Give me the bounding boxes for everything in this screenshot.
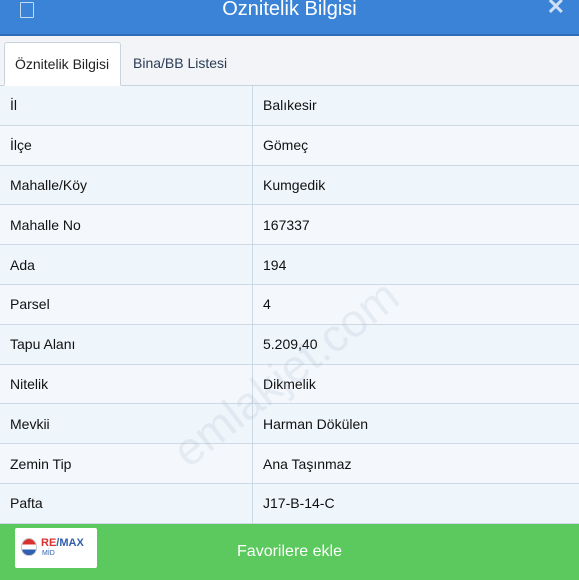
row-key: Mevkii (0, 404, 253, 444)
row-value: 167337 (263, 216, 310, 233)
row-key: Mahalle/Köy (0, 165, 253, 205)
row-value: Harman Dökülen (263, 415, 369, 432)
row-value: Balıkesir (263, 97, 317, 114)
row-key: Pafta (0, 484, 253, 523)
row-value: 4 (263, 296, 271, 313)
logo-brand: RE/MAX (41, 537, 84, 549)
table-row: Pafta J17-B-14-C (0, 484, 579, 524)
row-key: Tapu Alanı (0, 324, 253, 364)
table-row: Mahalle/Köy Kumgedik (0, 165, 579, 206)
row-key: Zemin Tip (0, 444, 253, 483)
window-title: Öznitelik Bilgisi (222, 0, 357, 20)
attribute-table: İl Balıkesir İlçe Gömeç Mahalle/Köy Kumg… (0, 86, 579, 524)
logo-sub: MİD (42, 550, 55, 557)
row-value: 194 (263, 256, 287, 273)
table-row: Mevkii Harman Dökülen (0, 404, 579, 445)
row-value: 5.209,40 (263, 336, 318, 353)
table-row: Tapu Alanı 5.209,40 (0, 324, 579, 365)
logo-brand-red: RE (41, 537, 57, 549)
row-key: İl (0, 86, 253, 125)
row-value: J17-B-14-C (263, 495, 335, 512)
row-key: Parsel (0, 285, 253, 324)
tab-bina-bb-listesi[interactable]: Bina/BB Listesi (123, 42, 253, 86)
row-key: Mahalle No (0, 205, 253, 245)
table-row: İl Balıkesir (0, 86, 579, 126)
table-row: Nitelik Dikmelik (0, 364, 579, 405)
row-key: İlçe (0, 125, 253, 165)
tab-bar: Öznitelik Bilgisi Bina/BB Listesi (0, 36, 579, 86)
row-value: Dikmelik (263, 375, 316, 392)
row-value: Kumgedik (263, 176, 326, 193)
row-key: Ada (0, 245, 253, 284)
row-key: Nitelik (0, 364, 253, 404)
row-value: Gömeç (263, 137, 309, 154)
table-row: Ada 194 (0, 245, 579, 285)
tab-oznitelik-bilgisi[interactable]: Öznitelik Bilgisi (4, 42, 121, 86)
add-to-favorites-button[interactable]: Favorilere ekle RE/MAX MİD (0, 524, 579, 580)
logo-brand-blue: /MAX (56, 537, 84, 549)
balloon-icon (21, 538, 37, 556)
remax-logo: RE/MAX MİD (15, 528, 97, 568)
table-row: Parsel 4 (0, 285, 579, 325)
row-value: Ana Taşınmaz (263, 455, 352, 472)
close-icon[interactable]: ✕ (547, 0, 565, 20)
title-bar: Öznitelik Bilgisi ✕ (0, 0, 579, 36)
table-row: İlçe Gömeç (0, 125, 579, 166)
table-row: Mahalle No 167337 (0, 205, 579, 246)
table-row: Zemin Tip Ana Taşınmaz (0, 444, 579, 484)
